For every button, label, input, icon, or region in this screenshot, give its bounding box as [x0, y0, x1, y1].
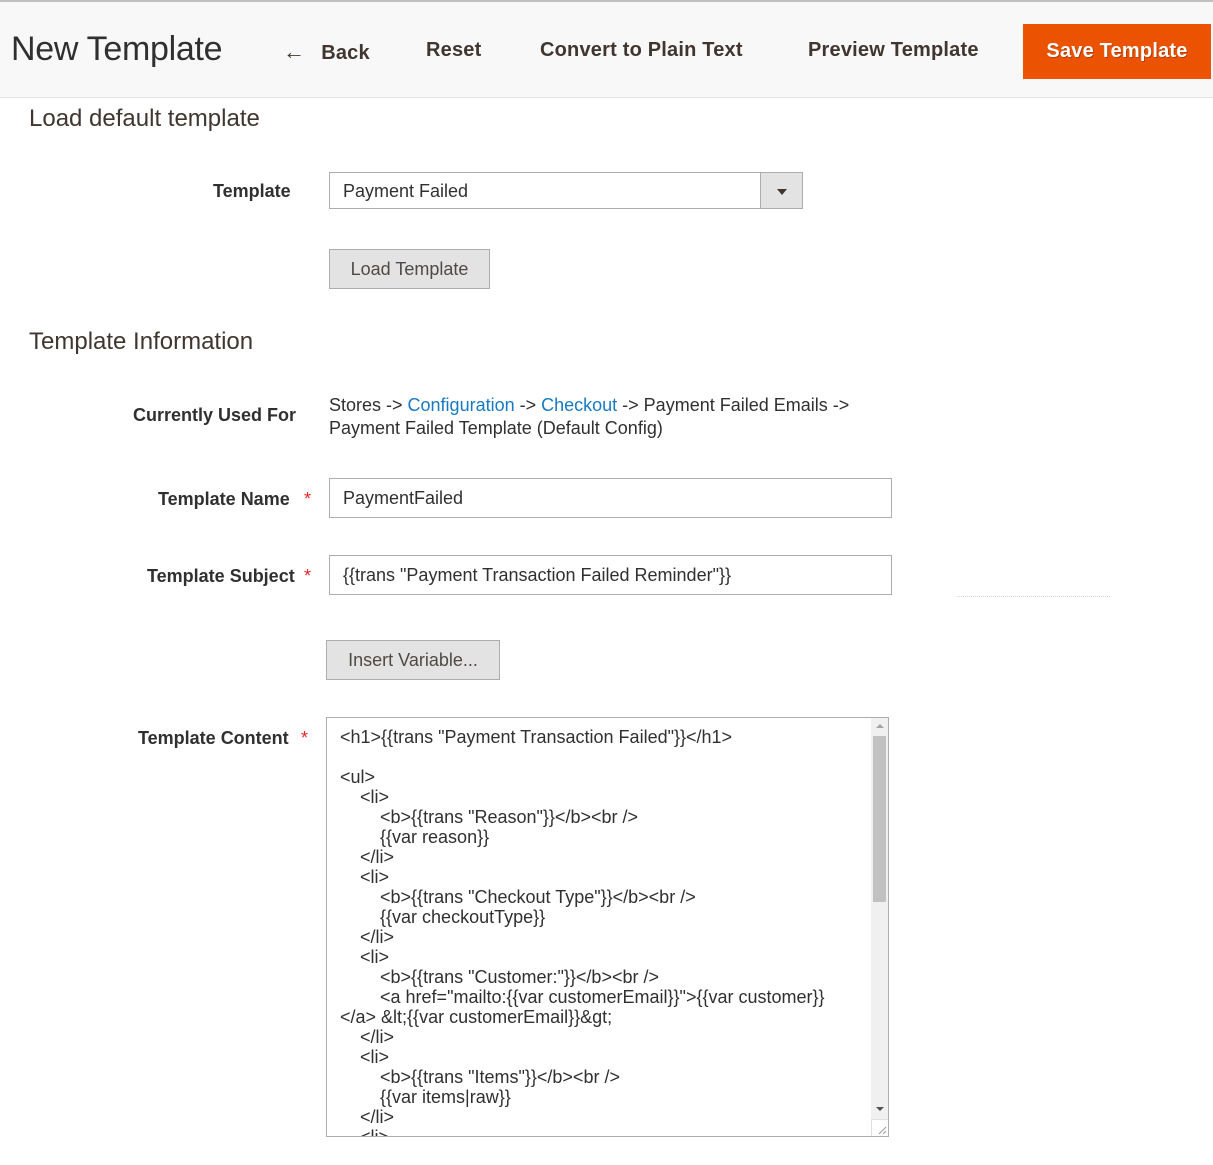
- textarea-scrollbar[interactable]: [871, 718, 888, 1136]
- configuration-link[interactable]: Configuration: [408, 395, 515, 415]
- template-name-input[interactable]: [329, 478, 892, 518]
- scroll-up-arrow-icon: [875, 724, 884, 728]
- reset-button[interactable]: Reset: [426, 39, 481, 62]
- required-marker: *: [304, 489, 312, 509]
- back-label: Back: [321, 42, 370, 64]
- template-name-label: Template Name: [158, 489, 290, 509]
- template-content-label: Template Content: [138, 728, 289, 748]
- load-template-button[interactable]: Load Template: [329, 249, 490, 289]
- currently-used-for-label: Currently Used For: [133, 405, 297, 425]
- template-subject-label: Template Subject: [147, 566, 295, 586]
- template-content-text[interactable]: <h1>{{trans "Payment Transaction Failed"…: [340, 727, 860, 1136]
- back-button[interactable]: ← Back: [283, 39, 370, 65]
- page-header: New Template ← Back Reset Convert to Plai…: [0, 0, 1213, 98]
- resize-grip-icon: [878, 1126, 887, 1135]
- required-marker: *: [304, 566, 312, 586]
- scroll-down-button[interactable]: [871, 1101, 888, 1117]
- scroll-up-button[interactable]: [871, 718, 888, 734]
- template-content-textarea[interactable]: <h1>{{trans "Payment Transaction Failed"…: [326, 717, 889, 1137]
- template-select[interactable]: Payment Failed: [329, 172, 803, 209]
- divider: [957, 596, 1110, 597]
- template-select-label: Template: [213, 181, 291, 201]
- page-title: New Template: [11, 30, 223, 68]
- currently-used-for-value: Stores -> Configuration -> Checkout -> P…: [329, 394, 859, 440]
- select-toggle[interactable]: [760, 173, 802, 208]
- load-default-section-title: Load default template: [29, 105, 260, 132]
- scroll-thumb[interactable]: [873, 736, 886, 902]
- template-select-value: Payment Failed: [343, 181, 469, 201]
- template-subject-input[interactable]: [329, 555, 892, 595]
- scroll-down-arrow-icon: [875, 1107, 884, 1111]
- used-for-prefix: Stores ->: [329, 395, 408, 415]
- template-information-section-title: Template Information: [29, 328, 254, 355]
- insert-variable-button[interactable]: Insert Variable...: [326, 640, 500, 680]
- chevron-down-icon: [776, 189, 787, 195]
- arrow-left-icon: ←: [283, 39, 306, 64]
- convert-to-plain-text-button[interactable]: Convert to Plain Text: [540, 39, 743, 62]
- save-template-button[interactable]: Save Template: [1023, 24, 1211, 79]
- resize-handle[interactable]: [871, 1119, 888, 1136]
- used-for-separator: ->: [514, 395, 542, 415]
- required-marker: *: [301, 728, 309, 748]
- checkout-link[interactable]: Checkout: [541, 395, 617, 415]
- preview-template-button[interactable]: Preview Template: [808, 39, 979, 62]
